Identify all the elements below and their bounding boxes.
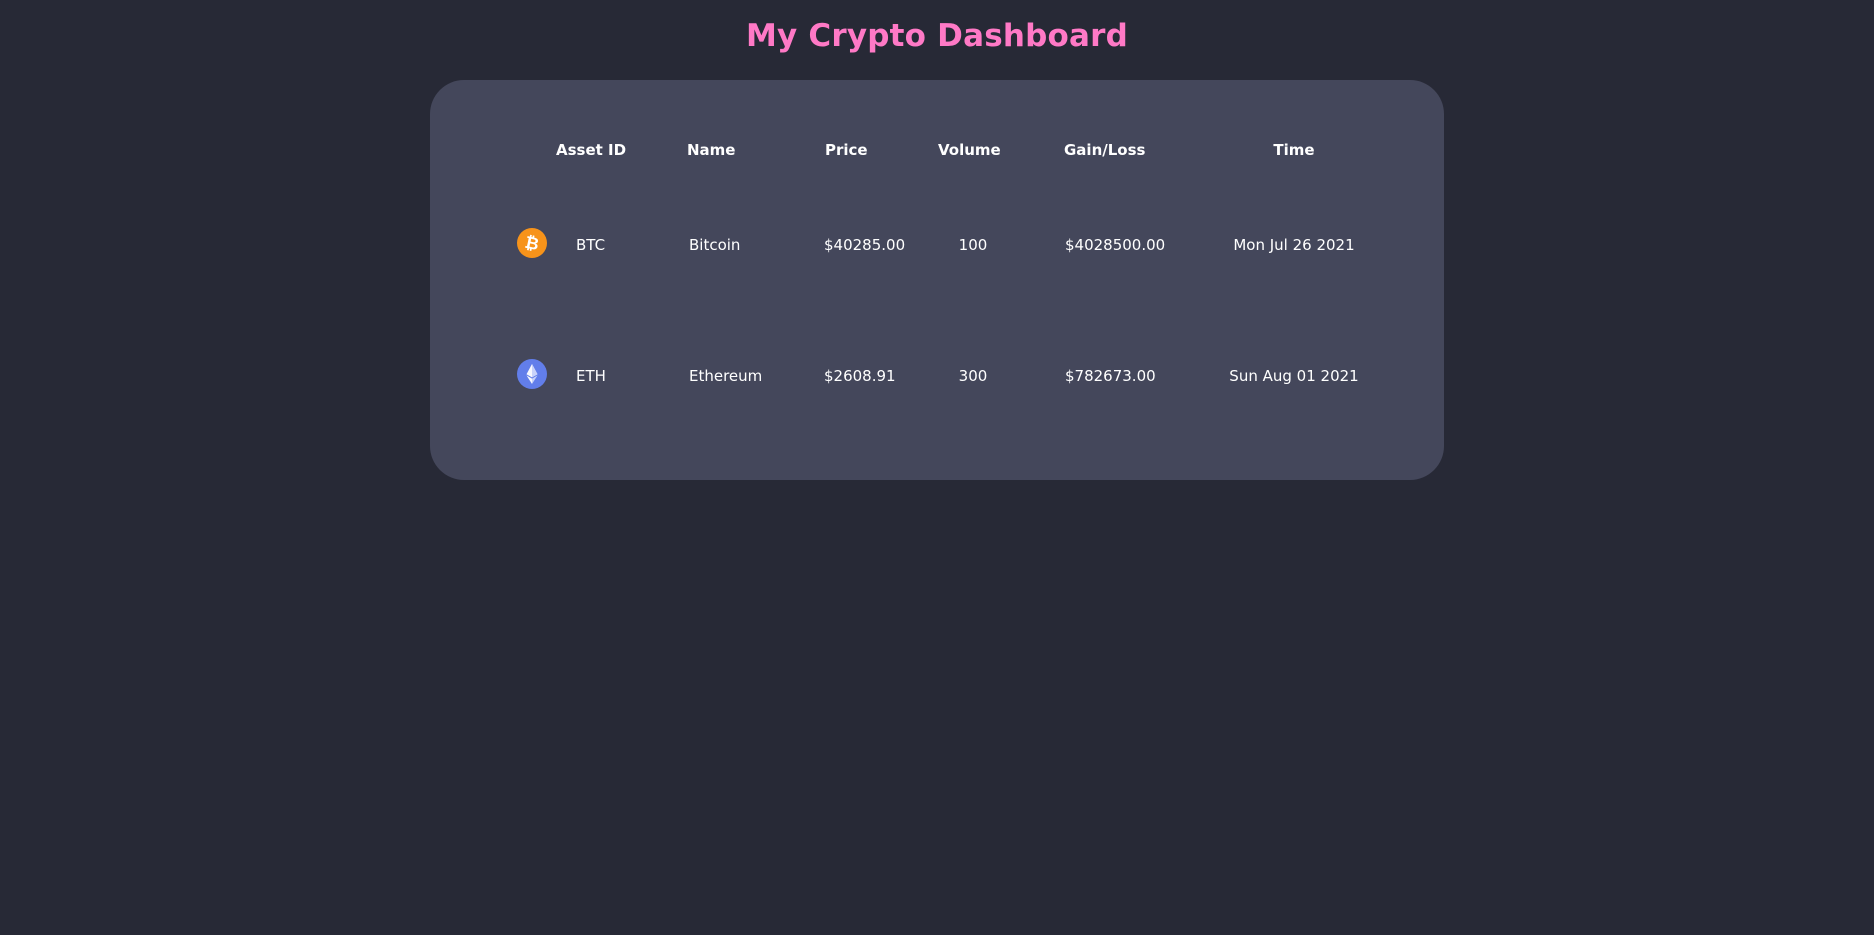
asset-id-cell: BTC [576,236,606,254]
ethereum-icon [517,359,547,389]
column-header-volume: Volume [938,141,1001,159]
assets-table-card: Asset ID Name Price Volume Gain/Loss Tim… [430,80,1444,480]
bitcoin-icon: ₿ [517,228,547,258]
time-cell: Sun Aug 01 2021 [1229,367,1359,385]
gain-loss-cell: $4028500.00 [1065,236,1166,254]
column-header-gain-loss: Gain/Loss [1064,141,1146,159]
column-header-asset-id: Asset ID [556,141,627,159]
volume-cell: 300 [958,367,988,385]
asset-id-cell: ETH [576,367,606,385]
name-cell: Ethereum [689,367,763,385]
time-cell: Mon Jul 26 2021 [1233,236,1355,254]
name-cell: Bitcoin [689,236,741,254]
page-title: My Crypto Dashboard [745,18,1129,54]
column-header-name: Name [687,141,736,159]
gain-loss-cell: $782673.00 [1065,367,1156,385]
volume-cell: 100 [958,236,988,254]
price-cell: $40285.00 [824,236,906,254]
column-header-price: Price [825,141,868,159]
price-cell: $2608.91 [824,367,896,385]
column-header-time: Time [1273,141,1315,159]
